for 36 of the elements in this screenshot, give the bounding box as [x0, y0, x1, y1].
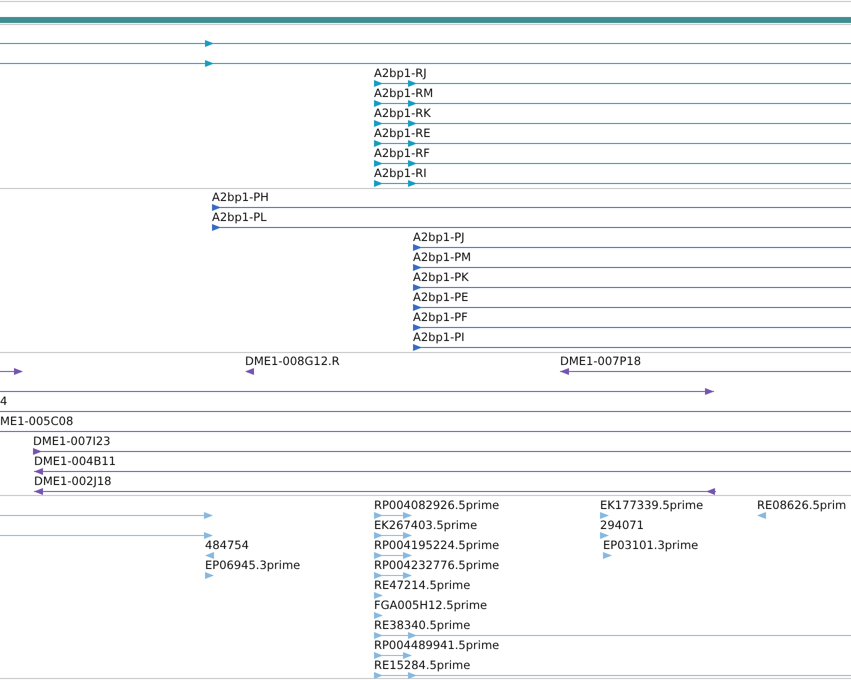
feature-label: 484754	[205, 538, 249, 552]
feature-label: EP03101.3prime	[603, 538, 698, 552]
feature-label: RP004489941.5prime	[374, 638, 500, 652]
feature-label: A2bp1-PF	[413, 310, 468, 324]
feature-label: EK177339.5prime	[600, 498, 704, 512]
feature-label: A2bp1-PK	[413, 270, 469, 284]
feature-label: ME1-005C08	[0, 414, 74, 428]
feature-label: A2bp1-PL	[212, 210, 267, 224]
feature-label: A2bp1-RI	[374, 166, 427, 180]
feature-label: RE08626.5prim	[757, 498, 846, 512]
feature-label: RE15284.5prime	[374, 658, 470, 672]
feature-label: A2bp1-RF	[374, 146, 430, 160]
feature-label: A2bp1-PJ	[413, 230, 465, 244]
feature-label: RP004232776.5prime	[374, 558, 500, 572]
feature-label: DME1-002J18	[34, 474, 112, 488]
feature-label: A2bp1-RK	[374, 106, 431, 120]
feature-label: DME1-007I23	[33, 434, 110, 448]
feature-label: DME1-008G12.R	[245, 354, 340, 368]
feature-label: A2bp1-RM	[374, 86, 434, 100]
feature-label: RP004195224.5prime	[374, 538, 500, 552]
feature-label: A2bp1-PM	[413, 250, 472, 264]
feature-label: A2bp1-RJ	[374, 66, 427, 80]
feature-label: 294071	[600, 518, 644, 532]
feature-label: A2bp1-PI	[413, 330, 465, 344]
feature-label: 4	[0, 394, 8, 408]
feature-label: EK267403.5prime	[374, 518, 478, 532]
feature-label: DME1-004B11	[34, 454, 116, 468]
feature-label: RP004082926.5prime	[374, 498, 500, 512]
feature-label: DME1-007P18	[560, 354, 642, 368]
feature-label: A2bp1-PH	[212, 190, 269, 204]
feature-label: A2bp1-RE	[374, 126, 431, 140]
feature-label: FGA005H12.5prime	[374, 598, 488, 612]
feature-label: A2bp1-PE	[413, 290, 468, 304]
feature-label: RE38340.5prime	[374, 618, 470, 632]
feature-label: EP06945.3prime	[205, 558, 300, 572]
feature-label: RE47214.5prime	[374, 578, 470, 592]
